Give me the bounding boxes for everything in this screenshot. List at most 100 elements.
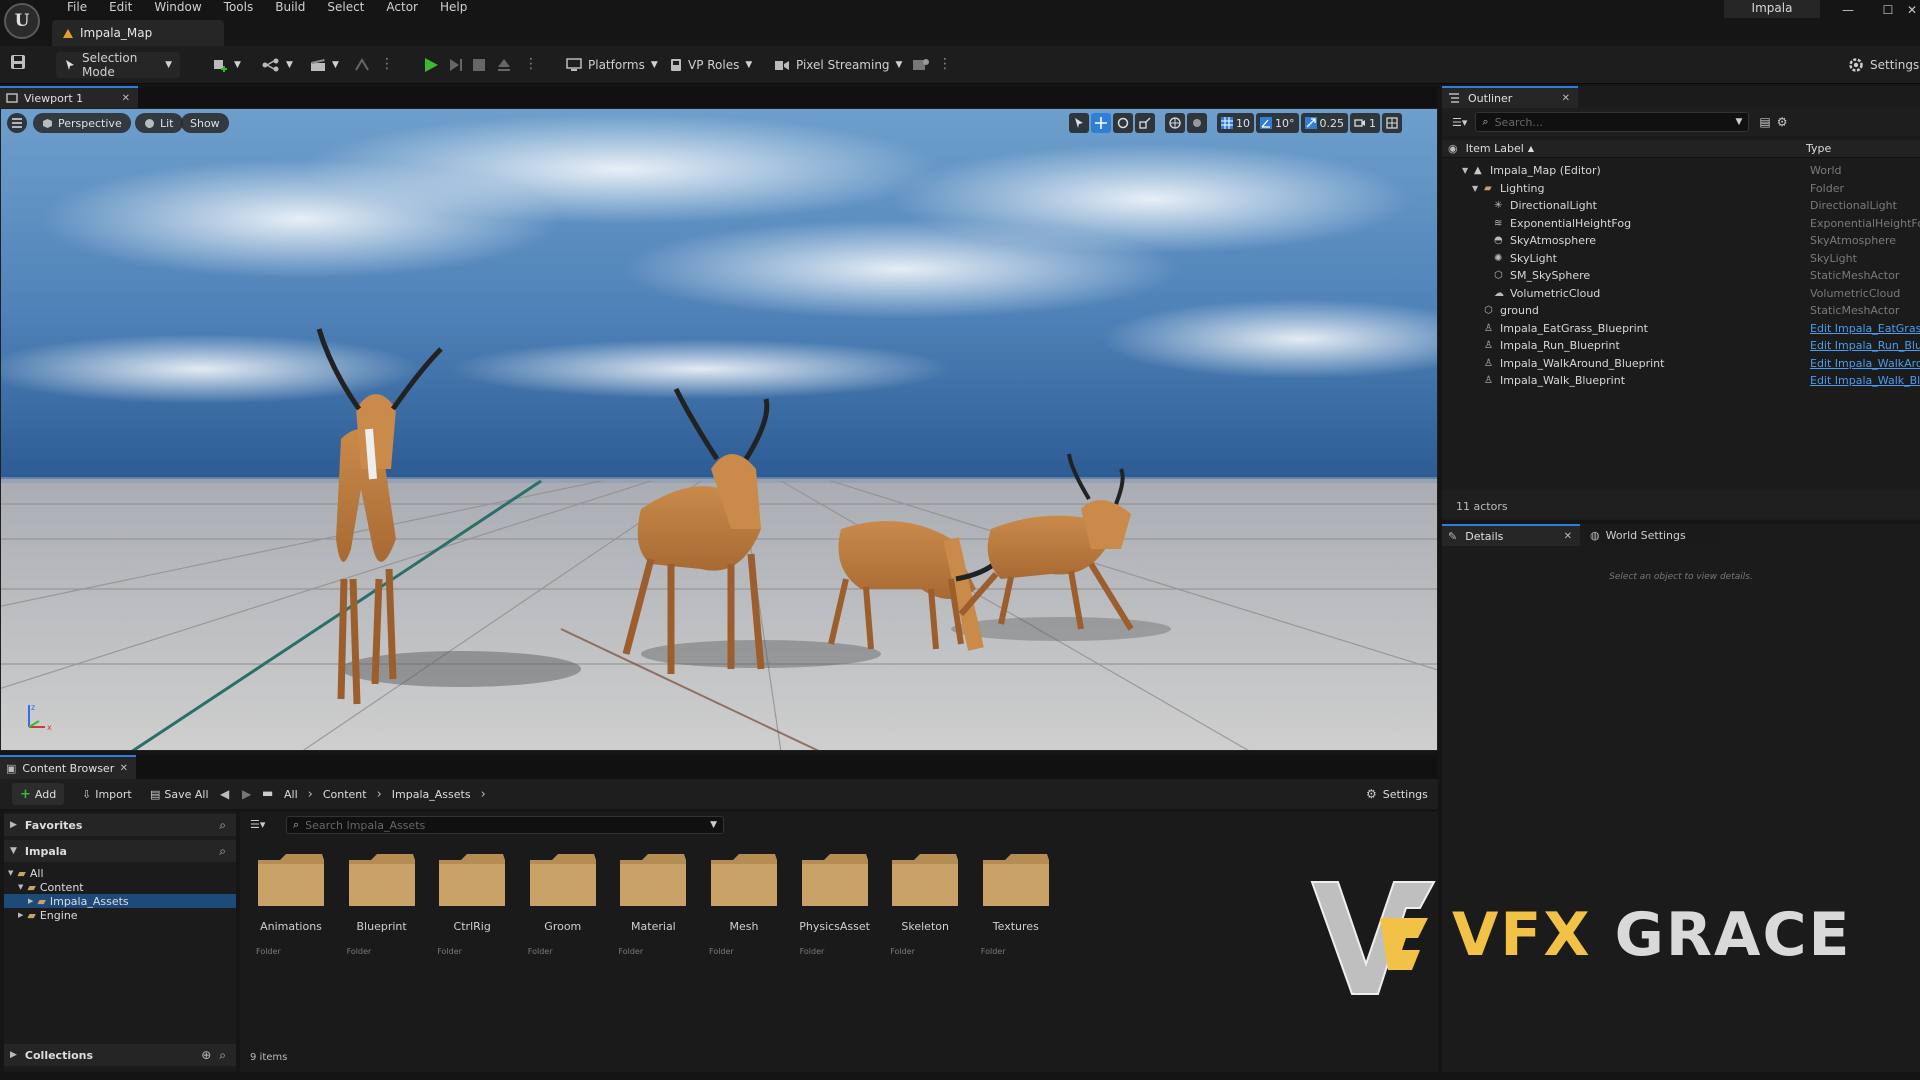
outliner-row[interactable]: ♙ Impala_Walk_Blueprint Edit Impala_Walk_B…	[1442, 372, 1920, 390]
search-icon[interactable]: ⌕	[219, 1048, 226, 1063]
close-icon[interactable]: ✕	[1562, 93, 1570, 104]
outliner-row[interactable]: ✳ DirectionalLight DirectionalLight	[1442, 197, 1920, 215]
advance-frame-button[interactable]	[448, 57, 464, 73]
folder-tile[interactable]: Blueprint Folder	[339, 852, 421, 972]
add-collection-icon[interactable]: ⊕	[201, 1048, 211, 1062]
breadcrumb-item[interactable]: Impala_Assets	[392, 788, 471, 801]
grid-snap-button[interactable]: 10	[1217, 113, 1254, 133]
folder-tree-item[interactable]: ▶ ▰ Engine	[4, 908, 236, 922]
menu-item-build[interactable]: Build	[264, 0, 316, 15]
rotate-tool-button[interactable]	[1113, 113, 1133, 133]
select-tool-button[interactable]	[1069, 113, 1089, 133]
settings-dropdown[interactable]: Settings	[1842, 52, 1920, 78]
more-options-icon[interactable]: ⋮	[380, 56, 394, 72]
favorites-header[interactable]: ▶ Favorites ⌕	[4, 814, 236, 836]
rotation-snap-button[interactable]: 10°	[1256, 113, 1299, 133]
menu-item-edit[interactable]: Edit	[98, 0, 143, 15]
perspective-button[interactable]: Perspective	[33, 113, 131, 133]
folder-tree-item[interactable]: ▶ ▰ Impala_Assets	[4, 894, 236, 908]
breadcrumb-separator-icon[interactable]: ›	[481, 787, 486, 802]
outliner-search-input[interactable]: ⌕ Search... ▼	[1475, 112, 1750, 132]
scale-tool-button[interactable]	[1135, 113, 1155, 133]
world-local-toggle[interactable]	[1165, 113, 1185, 133]
breadcrumb-item[interactable]: Content	[323, 788, 367, 801]
folder-tile[interactable]: CtrlRig Folder	[429, 852, 511, 972]
menu-item-window[interactable]: Window	[143, 0, 212, 15]
edit-blueprint-link[interactable]: Edit Impala_Run_Bluep	[1810, 339, 1920, 352]
selection-mode-dropdown[interactable]: Selection Mode ▼	[56, 51, 180, 79]
search-icon[interactable]: ⌕	[219, 818, 226, 833]
maximize-button[interactable]: ☐	[1868, 0, 1908, 20]
surface-snap-button[interactable]	[1187, 113, 1207, 133]
outliner-row[interactable]: ⬡ SM_SkySphere StaticMeshActor	[1442, 267, 1920, 285]
add-button[interactable]: + Add	[12, 783, 65, 805]
menu-item-file[interactable]: File	[56, 0, 98, 15]
chevron-down-icon[interactable]: ▼	[1472, 184, 1478, 193]
save-all-button[interactable]: ▤ Save All	[150, 783, 209, 805]
outliner-row[interactable]: ≋ ExponentialHeightFog ExponentialHeightFo…	[1442, 215, 1920, 233]
menu-item-help[interactable]: Help	[429, 0, 478, 15]
menu-item-actor[interactable]: Actor	[375, 0, 429, 15]
platforms-dropdown[interactable]: Platforms ▼	[560, 52, 664, 78]
close-icon[interactable]: ✕	[122, 93, 130, 104]
viewport-tab[interactable]: Viewport 1 ✕	[0, 86, 138, 108]
details-tab[interactable]: ✎ Details ✕	[1442, 524, 1580, 546]
tree-chevron-icon[interactable]: ▶	[28, 897, 33, 905]
collaboration-icon[interactable]	[912, 57, 930, 73]
breadcrumb-separator-icon[interactable]: ›	[377, 787, 382, 802]
save-icon[interactable]	[10, 54, 26, 70]
asset-search-input[interactable]: ⌕ Search Impala_Assets ▼	[286, 816, 724, 834]
visibility-icon[interactable]: ◉	[1448, 142, 1458, 155]
filter-icon[interactable]: ☰▾	[250, 818, 265, 831]
chevron-down-icon[interactable]: ▼	[1462, 166, 1468, 175]
filter-icon[interactable]: ☰▾	[1452, 116, 1467, 129]
add-folder-icon[interactable]: ▤	[1759, 115, 1770, 129]
show-button[interactable]: Show	[181, 113, 229, 133]
lit-button[interactable]: Lit	[135, 113, 183, 133]
impala-header[interactable]: ▼ Impala ⌕	[4, 840, 236, 862]
item-label-column[interactable]: Item Label	[1466, 142, 1524, 155]
level-viewport[interactable]: Perspective Lit Show 10 10° 0.25 1 z x	[0, 108, 1438, 751]
cb-settings-button[interactable]: ⚙ Settings	[1366, 783, 1428, 805]
edit-blueprint-link[interactable]: Edit Impala_Walk_Blue	[1810, 374, 1920, 387]
play-options-icon[interactable]: ⋮	[524, 56, 538, 72]
outliner-tab[interactable]: Outliner ✕	[1442, 86, 1578, 108]
world-settings-tab[interactable]: ◍ World Settings	[1584, 524, 1720, 546]
blueprint-button[interactable]: ▼	[256, 52, 299, 78]
folder-tile[interactable]: Material Folder	[610, 852, 692, 972]
tree-chevron-icon[interactable]: ▼	[8, 869, 13, 877]
outliner-row[interactable]: ☁ VolumetricCloud VolumetricCloud	[1442, 285, 1920, 303]
folder-tile[interactable]: Mesh Folder	[701, 852, 783, 972]
tree-chevron-icon[interactable]: ▶	[18, 911, 23, 919]
outliner-row[interactable]: ▼ ▰ Lighting Folder	[1442, 180, 1920, 198]
folder-tile[interactable]: PhysicsAsset Folder	[792, 852, 874, 972]
translate-tool-button[interactable]	[1091, 113, 1111, 133]
folder-tree-item[interactable]: ▼ ▰ Content	[4, 880, 236, 894]
viewport-layout-button[interactable]	[1382, 113, 1402, 133]
scale-snap-button[interactable]: 0.25	[1300, 113, 1348, 133]
settings-icon[interactable]: ⚙	[1777, 115, 1788, 129]
tree-chevron-icon[interactable]: ▼	[18, 883, 23, 891]
document-tab[interactable]: Impala_Map	[52, 20, 224, 46]
edit-blueprint-link[interactable]: Edit Impala_WalkArou	[1810, 357, 1920, 370]
viewport-menu-button[interactable]	[7, 113, 27, 133]
close-window-button[interactable]: ✕	[1904, 0, 1920, 20]
breadcrumb-separator-icon[interactable]: ›	[308, 787, 313, 802]
more-toolbar-icon[interactable]: ⋮	[938, 56, 952, 72]
minimize-button[interactable]: —	[1828, 0, 1868, 20]
outliner-row[interactable]: ✺ SkyLight SkyLight	[1442, 250, 1920, 268]
stop-button[interactable]	[472, 58, 486, 72]
unreal-logo[interactable]: U	[4, 3, 40, 39]
folder-tile[interactable]: Skeleton Folder	[882, 852, 964, 972]
pixel-streaming-dropdown[interactable]: Pixel Streaming ▼	[768, 52, 908, 78]
type-column[interactable]: Type	[1806, 142, 1831, 155]
folder-tile[interactable]: Animations Folder	[248, 852, 330, 972]
search-icon[interactable]: ⌕	[219, 844, 226, 859]
modeling-icon[interactable]	[354, 58, 370, 72]
folder-tree-item[interactable]: ▼ ▰ All	[4, 866, 236, 880]
back-icon[interactable]: ◀	[220, 787, 229, 801]
collections-header[interactable]: ▶ Collections ⊕ ⌕	[4, 1044, 236, 1066]
outliner-row[interactable]: ▼ ▲ Impala_Map (Editor) World	[1442, 162, 1920, 180]
outliner-row[interactable]: ◓ SkyAtmosphere SkyAtmosphere	[1442, 232, 1920, 250]
camera-speed-button[interactable]: 1	[1350, 113, 1380, 133]
